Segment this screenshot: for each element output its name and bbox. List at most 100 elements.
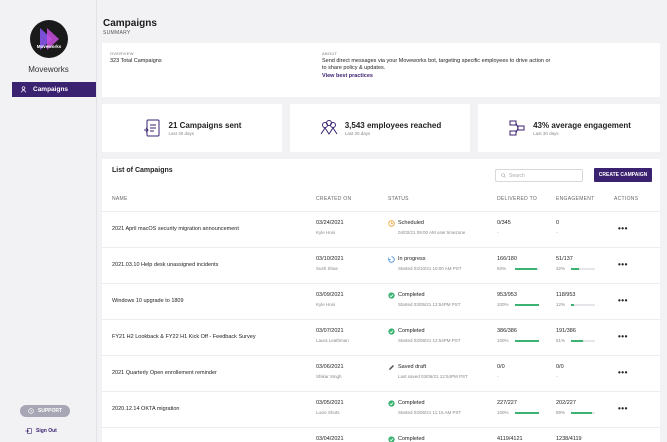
check-circle-icon [388,400,395,407]
delivered-percent: - [497,374,499,379]
delivered-progress-fill [515,268,538,270]
svg-text:?: ? [30,410,32,414]
delivered-value: 4119/4121 [497,436,523,442]
help-icon: ? [28,408,34,414]
table-row[interactable]: 2021.03.10 Help desk unassigned incident… [102,247,660,283]
engagement-progress-bar [571,340,595,342]
stat-value: 21 Campaigns sent [168,120,242,130]
moveworks-logo[interactable]: Moveworks [30,20,68,58]
search-input[interactable]: Search [495,169,583,182]
more-actions-icon[interactable]: ••• [618,332,628,341]
delivered-value: 0/0 [497,364,505,370]
engagement-progress-fill [571,268,579,270]
engagement-progress-fill [571,340,584,342]
delivered-progress-bar [515,304,539,306]
sign-out-icon [25,428,32,434]
table-row[interactable]: FY21 H2 Lookback & FY22 H1 Kick Off - Fe… [102,319,660,355]
delivered-progress-fill [515,412,539,414]
delivered-value: 386/386 [497,328,517,334]
more-actions-icon[interactable]: ••• [618,368,628,377]
column-header-delivered[interactable]: DELIVERED TO [497,196,537,202]
create-campaign-button[interactable]: CREATE CAMPAIGN [594,168,652,182]
column-header-engagement[interactable]: ENGAGEMENT [556,196,595,202]
overview-card: OVERVIEW 323 Total Campaigns ABOUT Send … [102,43,660,97]
status-label: In progress [398,256,426,262]
campaign-name[interactable]: FY21 H2 Lookback & FY22 H1 Kick Off - Fe… [112,334,256,340]
page-subtitle: SUMMARY [103,30,131,36]
sidebar: Moveworks Moveworks Campaigns ? SUPPORT … [0,0,97,442]
clock-icon [388,220,395,227]
about-text: Send direct messages via your Moveworks … [322,58,551,71]
column-header-status[interactable]: STATUS [388,196,409,202]
delivered-value: 227/227 [497,400,517,406]
engagement-value: 0 [556,220,560,226]
engagement-percent: 12% [556,302,566,307]
created-date: 03/05/2021 [316,400,344,406]
status-label: Saved draft [398,364,427,370]
engagement-value: 202/227 [556,400,576,406]
campaign-person-icon [20,86,27,93]
table-row[interactable]: 2021 Quarterly Open enrollement reminder… [102,355,660,391]
table-row[interactable]: Sharepoint Outage - Global 03/04/2021 An… [102,427,660,442]
column-header-actions: ACTIONS [614,196,639,202]
stat-value: 3,543 employees reached [344,120,442,130]
page-title: Campaigns [103,18,157,29]
campaign-name[interactable]: Windows 10 upgrade to 1809 [112,298,184,304]
column-header-name[interactable]: NAME [112,196,128,202]
org-name: Moveworks [28,65,69,74]
check-circle-icon [388,292,395,299]
sign-out-label: Sign Out [36,428,57,434]
created-date: 03/10/2021 [316,256,344,262]
status-label: Scheduled [398,220,424,226]
stat-card-engagement: 43% average engagement Last 30 days [478,104,660,152]
best-practices-link[interactable]: View best practices [322,73,373,79]
engagement-percent: - [556,374,558,379]
engagement-value: 51/137 [556,256,573,262]
delivered-progress-bar [515,412,539,414]
created-by: Laura Leathman [316,338,349,343]
campaign-name[interactable]: 2021 Quarterly Open enrollement reminder [112,370,217,376]
created-date: 03/07/2021 [316,328,344,334]
sync-icon [388,256,395,263]
employees-icon [320,120,338,135]
more-actions-icon[interactable]: ••• [618,260,628,269]
delivered-percent: 93% [497,266,507,271]
campaign-name[interactable]: 2021.03.10 Help desk unassigned incident… [112,262,218,268]
created-by: Shikar Singh [316,374,342,379]
search-icon [501,173,506,178]
engagement-progress-fill [571,304,574,306]
created-by: Lucie Shots [316,410,340,415]
engagement-percent: 89% [556,410,566,415]
table-row[interactable]: 2021 April macOS security migration anno… [102,211,660,247]
engagement-value: 0/0 [556,364,564,370]
created-date: 03/24/2021 [316,220,344,226]
sign-out-link[interactable]: Sign Out [25,428,57,434]
status-label: Completed [398,400,425,406]
campaign-name[interactable]: 2020.12.14 OKTA migration [112,406,179,412]
status-label: Completed [398,328,425,334]
more-actions-icon[interactable]: ••• [618,296,628,305]
column-header-created[interactable]: CREATED ON [316,196,351,202]
engagement-progress-fill [571,412,593,414]
created-date: 03/06/2021 [316,364,344,370]
more-actions-icon[interactable]: ••• [618,224,628,233]
sidebar-item-campaigns[interactable]: Campaigns [12,82,96,97]
status-detail: Started 03/05/21 12:54PM PST [398,302,461,307]
delivered-percent: 100% [497,410,509,415]
support-button[interactable]: ? SUPPORT [20,405,70,417]
more-actions-icon[interactable]: ••• [618,404,628,413]
logo-text: Moveworks [36,44,62,49]
stat-card-campaigns: 21 Campaigns sent Last 30 days [102,104,282,152]
check-circle-icon [388,328,395,335]
table-row[interactable]: Windows 10 upgrade to 1809 03/09/2021 Ky… [102,283,660,319]
stat-card-employees: 3,543 employees reached Last 30 days [290,104,470,152]
delivered-value: 166/180 [497,256,517,262]
campaign-name[interactable]: 2021 April macOS security migration anno… [112,226,239,232]
sidebar-item-label: Campaigns [33,86,69,93]
created-date: 03/04/2021 [316,436,344,442]
engagement-value: 118/953 [556,292,576,298]
delivered-percent: 100% [497,302,509,307]
engagement-value: 1238/4119 [556,436,582,442]
campaign-list-card: List of Campaigns Search CREATE CAMPAIGN… [102,159,660,442]
table-row[interactable]: 2020.12.14 OKTA migration 03/05/2021 Luc… [102,391,660,427]
